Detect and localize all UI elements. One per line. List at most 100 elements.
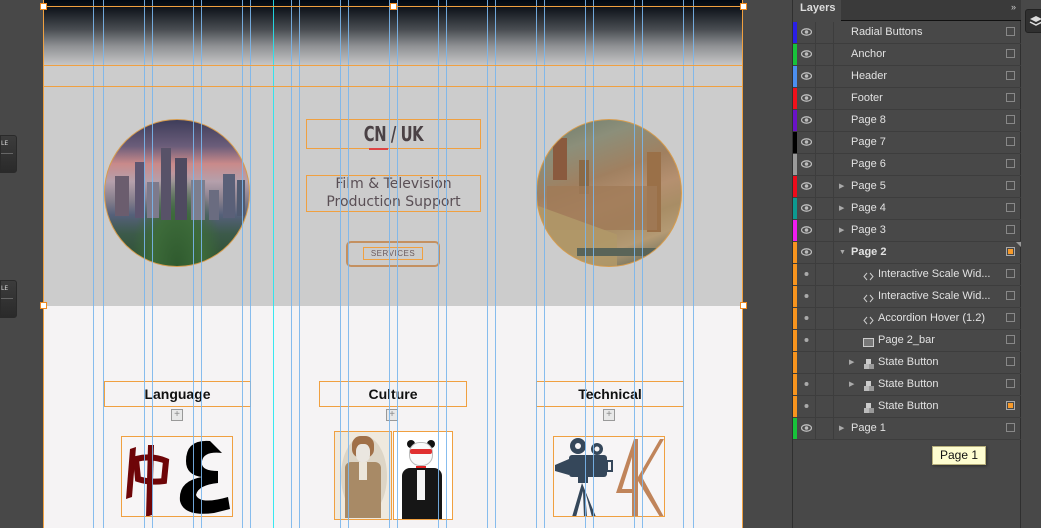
layer-name[interactable]: Accordion Hover (1.2) [878,308,985,329]
lock-toggle[interactable] [816,286,834,307]
collapsed-panel-top[interactable]: LE [0,135,17,173]
visibility-toggle[interactable] [797,308,816,329]
layer-row[interactable]: ▶ Page 1 [793,418,1021,440]
selection-target-box[interactable] [1006,181,1015,190]
resize-handle-bottom-right[interactable] [740,302,747,309]
column-guide[interactable] [544,0,545,528]
camera-4k-image[interactable] [553,436,665,517]
visibility-toggle[interactable] [797,418,816,439]
layer-row[interactable]: Page 6 [793,154,1021,176]
layer-row[interactable]: Radial Buttons [793,22,1021,44]
layer-name[interactable]: State Button [878,374,939,395]
beijing-skyline-image[interactable] [104,119,250,267]
selection-target-box[interactable] [1006,291,1015,300]
layer-row[interactable]: ▶ Page 4 [793,198,1021,220]
lock-toggle[interactable] [816,44,834,65]
selection-target-box[interactable] [1006,313,1015,322]
lock-toggle[interactable] [816,110,834,131]
column-guide[interactable] [201,0,202,528]
lock-toggle[interactable] [816,198,834,219]
layer-row[interactable]: ▶ State Button [793,352,1021,374]
lock-toggle[interactable] [816,308,834,329]
visibility-toggle[interactable] [797,132,816,153]
column-guide[interactable] [446,0,447,528]
column-guide[interactable] [340,0,341,528]
lock-toggle[interactable] [816,220,834,241]
column-guide[interactable] [397,0,398,528]
selection-target-box[interactable] [1006,49,1015,58]
selection-target-box[interactable] [1006,159,1015,168]
layer-row[interactable]: ▼ Page 2 [793,242,1021,264]
visibility-toggle[interactable] [797,286,816,307]
layer-name[interactable]: State Button [878,352,939,373]
lock-toggle[interactable] [816,132,834,153]
expand-triangle-icon[interactable]: ▶ [839,418,844,439]
lock-toggle[interactable] [816,154,834,175]
layer-name[interactable]: Page 4 [851,198,886,219]
layer-name[interactable]: Interactive Scale Wid... [878,286,991,307]
column-guide[interactable] [642,0,643,528]
column-guide[interactable] [495,0,496,528]
lock-toggle[interactable] [816,176,834,197]
layer-name[interactable]: Interactive Scale Wid... [878,264,991,285]
selection-target-box[interactable] [1006,401,1015,410]
resize-handle-top-right[interactable] [740,3,747,10]
resize-handle-top-left[interactable] [40,3,47,10]
selection-target-box[interactable] [1006,379,1015,388]
lock-toggle[interactable] [816,418,834,439]
column-guide[interactable] [242,0,243,528]
chinese-arabic-characters-image[interactable] [121,436,233,517]
column-guide[interactable] [683,0,684,528]
column-guide[interactable] [250,0,251,528]
lock-toggle[interactable] [816,88,834,109]
layer-name[interactable]: Header [851,66,887,87]
layers-dock-button[interactable] [1025,9,1041,33]
visibility-toggle[interactable] [797,66,816,87]
accordion-expand-button[interactable]: + [603,409,615,421]
lock-toggle[interactable] [816,22,834,43]
tab-layers[interactable]: Layers [793,0,841,21]
lock-toggle[interactable] [816,242,834,263]
visibility-toggle[interactable] [797,242,816,263]
layer-row[interactable]: Accordion Hover (1.2) [793,308,1021,330]
layer-row[interactable]: ▶ State Button [793,374,1021,396]
visibility-toggle[interactable] [797,220,816,241]
site-subtitle[interactable]: Film & Television Production Support [306,175,481,211]
visibility-toggle[interactable] [797,374,816,395]
expand-triangle-icon[interactable]: ▶ [849,352,854,373]
layer-name[interactable]: Page 5 [851,176,886,197]
layer-row[interactable]: State Button [793,396,1021,418]
selection-target-box[interactable] [1006,137,1015,146]
layer-name[interactable]: Page 2 [851,242,886,263]
collapsed-panel-bottom[interactable]: LE [0,280,17,318]
visibility-toggle[interactable] [797,22,816,43]
lock-toggle[interactable] [816,264,834,285]
lock-toggle[interactable] [816,396,834,417]
visibility-toggle[interactable] [797,352,816,373]
selection-target-box[interactable] [1006,225,1015,234]
layer-row[interactable]: Interactive Scale Wid... [793,264,1021,286]
selection-target-box[interactable] [1006,357,1015,366]
resize-handle-bottom-left[interactable] [40,302,47,309]
column-guide[interactable] [487,0,488,528]
selection-target-box[interactable] [1006,423,1015,432]
column-guide[interactable] [593,0,594,528]
section-heading-technical[interactable]: Technical [536,381,684,407]
visibility-toggle[interactable] [797,110,816,131]
panda-suit-image[interactable] [393,431,453,520]
visibility-toggle[interactable] [797,44,816,65]
column-guide[interactable] [585,0,586,528]
lock-toggle[interactable] [816,374,834,395]
expand-triangle-icon[interactable]: ▶ [839,220,844,241]
layer-name[interactable]: Page 8 [851,110,886,131]
selection-target-box[interactable] [1006,27,1015,36]
layer-name[interactable]: Page 1 [851,418,886,439]
layer-row[interactable]: Interactive Scale Wid... [793,286,1021,308]
lock-toggle[interactable] [816,66,834,87]
selection-target-box[interactable] [1006,71,1015,80]
column-guide[interactable] [103,0,104,528]
resize-handle-top-center[interactable] [390,3,397,10]
column-guide[interactable] [299,0,300,528]
column-guide[interactable] [144,0,145,528]
layer-name[interactable]: State Button [878,396,939,417]
